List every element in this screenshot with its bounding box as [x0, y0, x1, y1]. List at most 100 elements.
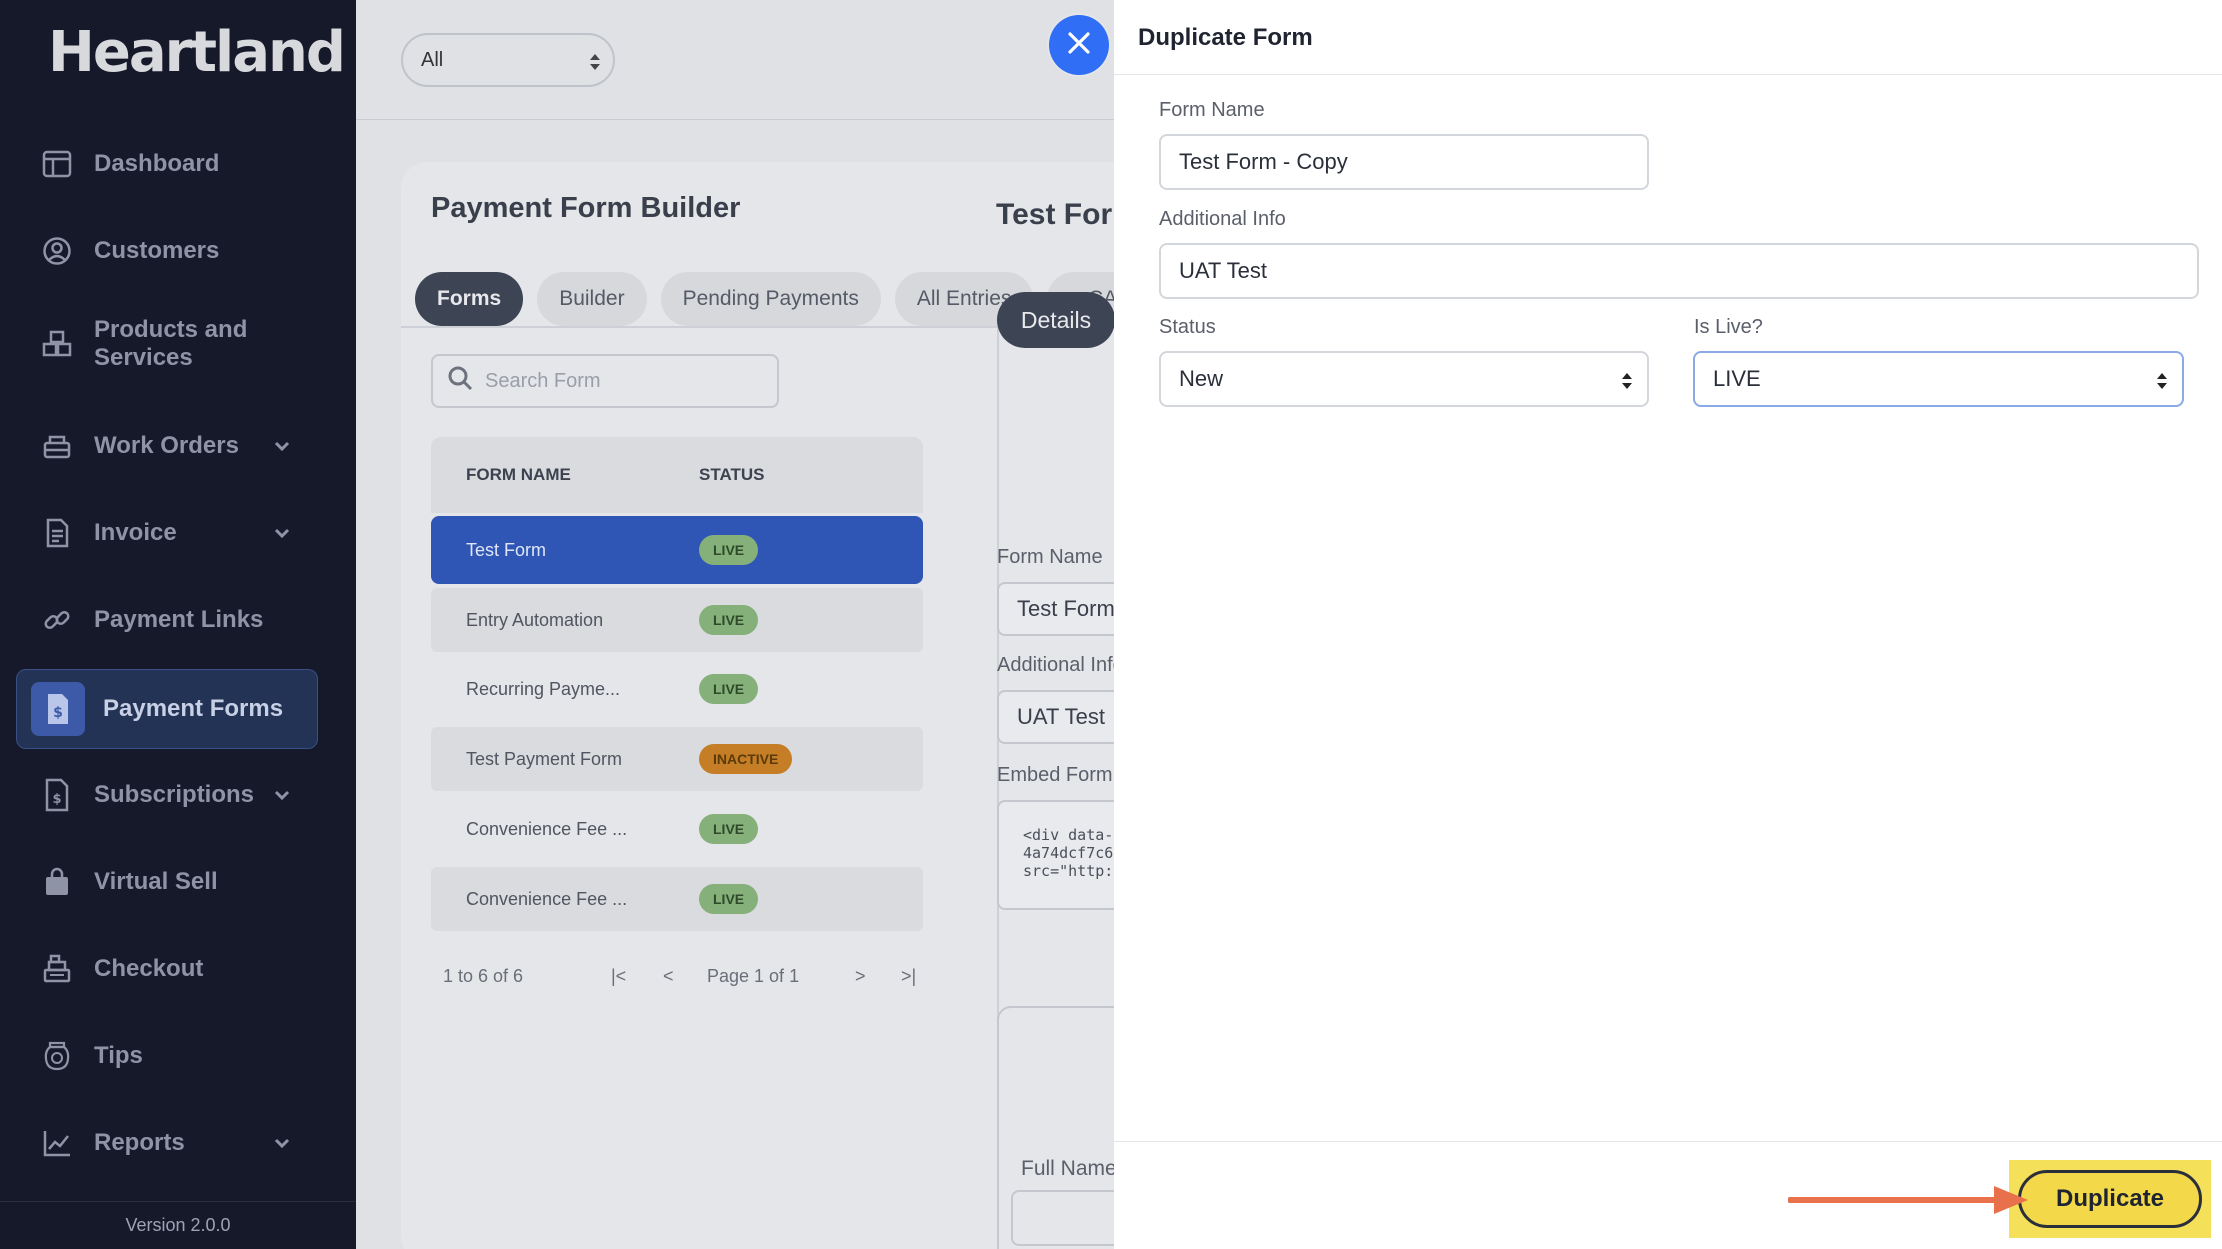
form-name-label: Form Name: [997, 546, 1103, 568]
status-badge: LIVE: [699, 884, 759, 914]
is-live-select[interactable]: LIVE: [1693, 351, 2184, 407]
sidebar-item-label: Products and Services: [94, 316, 248, 371]
column-header-status: STATUS: [699, 465, 765, 484]
pagination-summary: 1 to 6 of 6: [443, 966, 524, 986]
form-name-input[interactable]: Test Form - Copy: [1159, 134, 1649, 190]
tab-pending-payments[interactable]: Pending Payments: [660, 272, 881, 326]
status-select-value: New: [1179, 366, 1224, 391]
tab-details[interactable]: Details: [997, 292, 1115, 348]
table-row[interactable]: Convenience Fee ... LIVE: [431, 797, 923, 861]
row-form-name: Entry Automation: [466, 610, 604, 630]
filter-select[interactable]: All: [401, 33, 615, 87]
next-page-button[interactable]: >: [855, 966, 866, 987]
form-name-input-value: Test Form - Copy: [1179, 149, 1348, 174]
table-row[interactable]: Recurring Payme... LIVE: [431, 657, 923, 721]
pagination: 1 to 6 of 6 |< < Page 1 of 1 > >|: [443, 962, 916, 992]
sidebar-item-dashboard[interactable]: Dashboard: [16, 124, 318, 204]
sidebar-item-label: Payment Forms: [103, 695, 284, 722]
dashboard-icon: [38, 145, 76, 183]
prev-page-button[interactable]: <: [663, 966, 674, 987]
tab-builder[interactable]: Builder: [537, 272, 647, 326]
sidebar-item-payment-links[interactable]: Payment Links: [16, 580, 318, 660]
filter-select-value: All: [421, 48, 444, 71]
sidebar-item-label: Reports: [94, 1129, 185, 1156]
svg-text:$: $: [53, 705, 63, 721]
drawer-title: Duplicate Form: [1138, 24, 1313, 51]
status-badge: INACTIVE: [699, 744, 793, 774]
is-live-select-value: LIVE: [1713, 366, 1761, 391]
sidebar-item-payment-forms[interactable]: $ Payment Forms: [16, 669, 318, 749]
additional-info-input[interactable]: UAT Test: [1159, 243, 2199, 299]
sidebar-item-tips[interactable]: Tips: [16, 1016, 318, 1096]
shopping-bag-icon: [38, 863, 76, 901]
cash-register-icon: [38, 950, 76, 988]
sidebar-item-subscriptions[interactable]: $ Subscriptions: [16, 755, 318, 835]
column-header-form-name: FORM NAME: [466, 465, 571, 484]
sidebar-item-label: Dashboard: [94, 150, 220, 177]
table-row[interactable]: Test Form LIVE: [431, 516, 923, 584]
sidebar-item-reports[interactable]: Reports: [16, 1103, 318, 1183]
preview-full-name-label: Full Name: [1021, 1157, 1117, 1180]
first-page-button[interactable]: |<: [611, 966, 626, 987]
row-form-name: Test Payment Form: [466, 749, 623, 769]
additional-info-value: UAT Test: [1017, 704, 1106, 729]
search-placeholder: Search Form: [485, 369, 601, 392]
chevron-down-icon: [274, 436, 290, 461]
sidebar-item-work-orders[interactable]: Work Orders: [16, 406, 318, 486]
table-header: FORM NAME STATUS: [431, 437, 923, 513]
close-drawer-button[interactable]: [1049, 15, 1109, 75]
sidebar-item-label: Virtual Sell: [94, 868, 218, 895]
sidebar-item-label: Invoice: [94, 519, 177, 546]
search-input[interactable]: Search Form: [431, 354, 779, 408]
sidebar: Heartland Dashboard Customers Products a…: [0, 0, 356, 1249]
app-version: Version 2.0.0: [0, 1201, 356, 1249]
sidebar-item-label: Customers: [94, 237, 220, 264]
arrow-annotation-icon: [1787, 1180, 2034, 1225]
sidebar-item-invoice[interactable]: Invoice: [16, 493, 318, 573]
user-circle-icon: [38, 232, 76, 270]
table-row[interactable]: Test Payment Form INACTIVE: [431, 727, 923, 791]
work-orders-icon: [38, 427, 76, 465]
sidebar-item-label: Subscriptions: [94, 781, 255, 808]
invoice-icon: [38, 514, 76, 552]
additional-info-input-value: UAT Test: [1179, 258, 1268, 283]
status-badge: LIVE: [699, 605, 759, 635]
last-page-button[interactable]: >|: [901, 966, 916, 987]
search-icon: [447, 365, 473, 397]
form-name-value: Test Form: [1017, 596, 1115, 621]
is-live-label: Is Live?: [1694, 316, 1763, 338]
row-form-name: Convenience Fee ...: [466, 889, 628, 909]
status-badge: LIVE: [699, 674, 759, 704]
chart-line-icon: [38, 1124, 76, 1162]
sidebar-item-virtual-sell[interactable]: Virtual Sell: [16, 842, 318, 922]
chevron-down-icon: [274, 1133, 290, 1158]
row-form-name: Test Form: [466, 540, 547, 560]
row-form-name: Recurring Payme...: [466, 679, 621, 699]
status-select[interactable]: New: [1159, 351, 1649, 407]
page-title: Payment Form Builder: [431, 192, 741, 224]
sidebar-item-label: Tips: [94, 1042, 143, 1069]
drawer-header: Duplicate Form: [1114, 0, 2222, 75]
chevron-down-icon: [274, 523, 290, 548]
sidebar-item-label: Checkout: [94, 955, 204, 982]
close-icon: [1066, 30, 1092, 61]
tip-jar-icon: [38, 1037, 76, 1075]
status-label: Status: [1159, 316, 1216, 338]
chevron-down-icon: [274, 785, 290, 810]
payment-form-icon: $: [31, 682, 85, 736]
status-badge: LIVE: [699, 535, 759, 565]
duplicate-button[interactable]: Duplicate: [2018, 1170, 2202, 1228]
select-arrows-icon: [589, 51, 601, 79]
svg-text:$: $: [52, 792, 61, 807]
sidebar-item-checkout[interactable]: Checkout: [16, 929, 318, 1009]
subscriptions-icon: $: [38, 776, 76, 814]
table-row[interactable]: Convenience Fee ... LIVE: [431, 867, 923, 931]
additional-info-label: Additional Info: [1159, 208, 1286, 230]
sidebar-item-products-and-services[interactable]: Products and Services: [16, 298, 318, 390]
sidebar-item-customers[interactable]: Customers: [16, 211, 318, 291]
table-row[interactable]: Entry Automation LIVE: [431, 588, 923, 652]
select-arrows-icon: [2156, 370, 2168, 398]
form-name-label: Form Name: [1159, 99, 1265, 121]
tab-forms[interactable]: Forms: [415, 272, 524, 326]
row-form-name: Convenience Fee ...: [466, 819, 628, 839]
